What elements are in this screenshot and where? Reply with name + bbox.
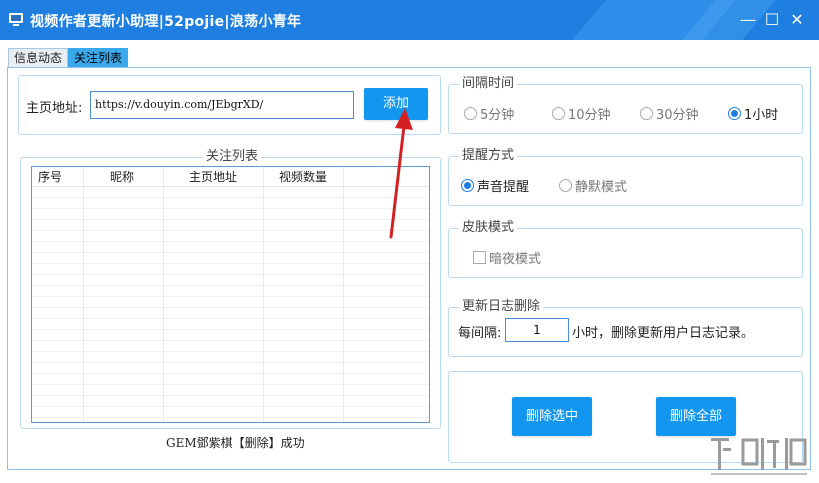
- radio-circle: [552, 107, 565, 120]
- radio-circle: [728, 107, 741, 120]
- tab-follow-list[interactable]: 关注列表: [68, 48, 129, 68]
- tab-info[interactable]: 信息动态: [8, 48, 69, 68]
- follow-list-table[interactable]: 序号 昵称 主页地址 视频数量: [31, 166, 430, 423]
- column-divider: [263, 167, 264, 422]
- checkbox-box: [473, 251, 486, 264]
- interval-option-1hour[interactable]: 1小时: [728, 104, 778, 123]
- column-header-homepage[interactable]: 主页地址: [164, 167, 264, 186]
- status-message: GEM鄧紫棋【删除】成功: [166, 436, 305, 450]
- interval-option-30min[interactable]: 30分钟: [640, 104, 699, 123]
- delete-selected-button[interactable]: 删除选中: [512, 397, 592, 436]
- reminder-option-silent[interactable]: 静默模式: [559, 176, 627, 195]
- checkbox-label: 暗夜模式: [489, 252, 542, 267]
- log-interval-input[interactable]: 1: [505, 318, 569, 342]
- minimize-button[interactable]: —: [738, 10, 758, 30]
- interval-legend: 间隔时间: [459, 76, 518, 92]
- radio-circle: [640, 107, 653, 120]
- night-mode-checkbox[interactable]: 暗夜模式: [473, 248, 541, 267]
- column-divider: [343, 167, 344, 422]
- column-header-index[interactable]: 序号: [32, 167, 84, 186]
- app-icon: [9, 13, 23, 26]
- annotation-arrow-icon: [389, 108, 413, 239]
- log-interval-prefix: 每间隔:: [458, 326, 502, 341]
- radio-circle: [461, 179, 474, 192]
- log-cleanup-legend: 更新日志删除: [459, 299, 544, 315]
- radio-circle: [559, 179, 572, 192]
- reminder-option-sound[interactable]: 声音提醒: [461, 176, 529, 195]
- interval-option-10min[interactable]: 10分钟: [552, 104, 611, 123]
- radio-label: 声音提醒: [477, 180, 530, 195]
- table-header: 序号 昵称 主页地址 视频数量: [32, 167, 429, 187]
- column-divider: [163, 167, 164, 422]
- radio-label: 1小时: [744, 108, 779, 123]
- tab-bar: 信息动态 关注列表: [8, 48, 129, 68]
- radio-label: 10分钟: [568, 108, 611, 123]
- interval-option-5min[interactable]: 5分钟: [464, 104, 514, 123]
- radio-circle: [464, 107, 477, 120]
- close-button[interactable]: ✕: [787, 10, 807, 30]
- title-bar: 视频作者更新小助理|52pojie|浪荡小青年 — ☐ ✕: [0, 0, 819, 40]
- watermark-logo: [711, 438, 807, 475]
- column-header-video-count[interactable]: 视频数量: [264, 167, 344, 186]
- radio-label: 5分钟: [480, 108, 515, 123]
- homepage-label: 主页地址:: [26, 101, 83, 116]
- log-interval-suffix: 小时，删除更新用户日志记录。: [572, 326, 755, 341]
- table-body: [32, 187, 429, 422]
- follow-list-legend: 关注列表: [203, 149, 262, 165]
- maximize-button[interactable]: ☐: [762, 10, 782, 30]
- radio-label: 30分钟: [656, 108, 699, 123]
- column-divider: [83, 167, 84, 422]
- window-title: 视频作者更新小助理|52pojie|浪荡小青年: [30, 14, 302, 30]
- radio-label: 静默模式: [575, 180, 628, 195]
- homepage-url-input[interactable]: https://v.douyin.com/JEbgrXD/: [90, 91, 354, 119]
- reminder-legend: 提醒方式: [459, 148, 518, 164]
- delete-all-button[interactable]: 删除全部: [656, 397, 736, 436]
- skin-legend: 皮肤模式: [459, 220, 518, 236]
- column-header-nickname[interactable]: 昵称: [84, 167, 164, 186]
